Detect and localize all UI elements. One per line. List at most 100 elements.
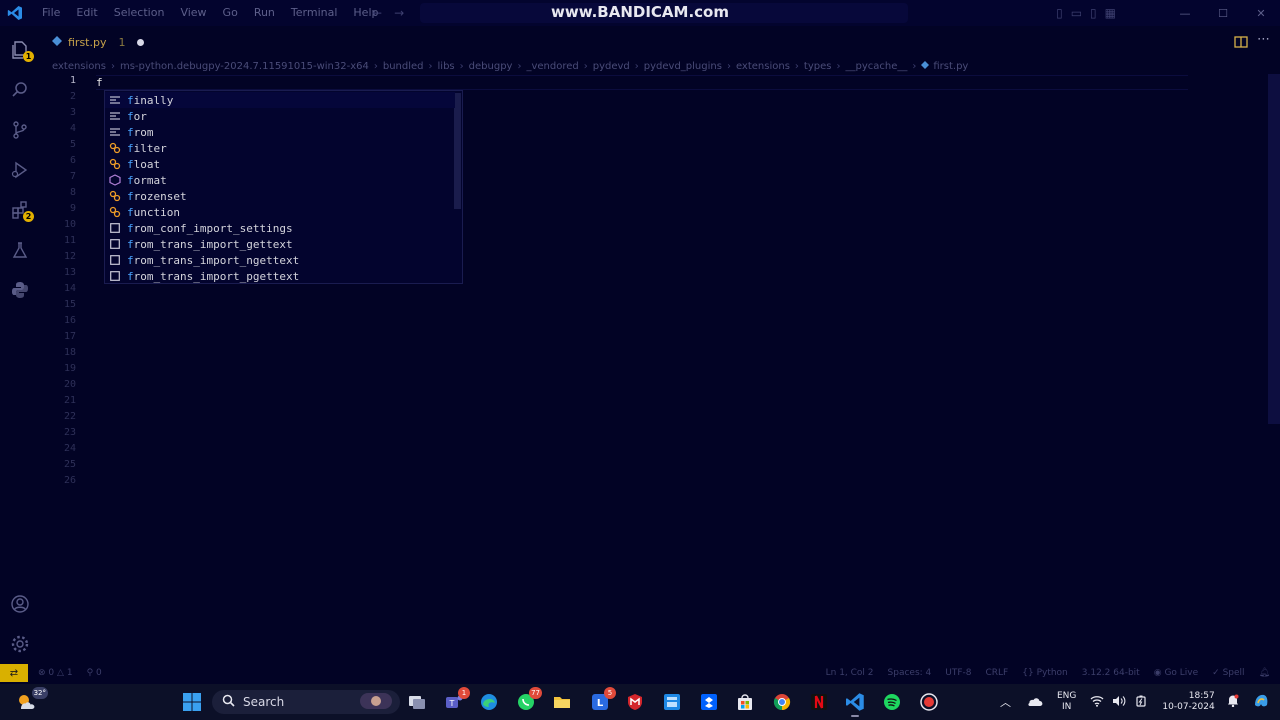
command-center[interactable] <box>420 3 908 23</box>
volume-icon[interactable] <box>1112 695 1126 710</box>
vscode-taskbar-icon[interactable] <box>843 690 867 717</box>
snippet-kind-icon <box>108 254 122 266</box>
indentation[interactable]: Spaces: 4 <box>888 668 932 678</box>
lens-app-icon[interactable]: L 5 <box>588 687 616 714</box>
tab-first-py[interactable]: first.py 1 <box>52 26 145 58</box>
breadcrumb-item[interactable]: types <box>804 61 832 72</box>
more-actions-icon[interactable]: ⋯ <box>1257 32 1270 47</box>
split-editor-icon[interactable] <box>1234 34 1248 53</box>
toggle-sidebar-icon[interactable]: ▯ <box>1056 6 1063 20</box>
battery-icon[interactable] <box>1134 695 1148 710</box>
weather-temp: 32° <box>31 687 48 699</box>
problems-indicator[interactable]: ⊗ 0 △ 1 <box>38 668 73 678</box>
suggestion-item[interactable]: f ormat <box>105 172 455 188</box>
suggestion-item[interactable]: f or <box>105 108 455 124</box>
calculator-app-icon[interactable] <box>660 690 684 714</box>
extensions-icon[interactable]: 2 <box>0 190 40 230</box>
back-arrow-icon[interactable]: ← <box>372 0 382 26</box>
class-kind-icon <box>108 206 122 218</box>
bandicam-record-icon[interactable] <box>917 690 941 714</box>
breadcrumb-item[interactable]: ms-python.debugpy-2024.7.11591015-win32-… <box>120 61 369 72</box>
menu-run[interactable]: Run <box>246 0 283 26</box>
toggle-panel-icon[interactable]: ▭ <box>1071 6 1082 20</box>
chrome-icon[interactable] <box>770 690 794 714</box>
suggestion-item[interactable]: f rom_trans_import_ngettext <box>105 252 455 268</box>
menu-edit[interactable]: Edit <box>68 0 105 26</box>
whatsapp-icon[interactable]: 77 <box>514 687 542 714</box>
menu-view[interactable]: View <box>172 0 214 26</box>
breadcrumb-item[interactable]: __pycache__ <box>845 61 907 72</box>
breadcrumb-item[interactable]: libs <box>438 61 455 72</box>
weather-widget[interactable]: 32° <box>14 687 48 714</box>
language-code: ENG <box>1057 691 1077 701</box>
show-hidden-icons-chevron-icon[interactable]: ︿ <box>1000 694 1011 710</box>
task-view-icon[interactable] <box>405 690 429 714</box>
menu-selection[interactable]: Selection <box>106 0 173 26</box>
suggestion-item[interactable]: f loat <box>105 156 455 172</box>
source-control-icon[interactable] <box>0 110 40 150</box>
suggestion-item[interactable]: f ilter <box>105 140 455 156</box>
edge-icon[interactable] <box>477 690 501 714</box>
breadcrumb-item[interactable]: extensions <box>52 61 106 72</box>
suggestions-scrollbar[interactable] <box>454 93 461 209</box>
suggestion-item[interactable]: f rom <box>105 124 455 140</box>
suggestion-item[interactable]: f rom_trans_import_gettext <box>105 236 455 252</box>
go-live-button[interactable]: ◉ Go Live <box>1154 668 1198 678</box>
breadcrumb-item[interactable]: pydevd_plugins <box>644 61 722 72</box>
python-icon[interactable] <box>0 270 40 310</box>
notification-bell-icon[interactable] <box>1227 694 1239 710</box>
remote-window-icon[interactable]: ⇄ <box>0 664 28 682</box>
suggestion-item[interactable]: f inally <box>105 92 455 108</box>
onedrive-cloud-icon[interactable] <box>1027 695 1043 710</box>
code-line-1[interactable]: f <box>96 76 103 89</box>
testing-icon[interactable] <box>0 230 40 270</box>
line-ending[interactable]: CRLF <box>986 668 1009 678</box>
spell-check[interactable]: ✓ Spell <box>1212 668 1244 678</box>
run-debug-icon[interactable] <box>0 150 40 190</box>
breadcrumb-item[interactable]: first.py <box>933 61 968 72</box>
close-icon[interactable]: ✕ <box>1242 7 1280 20</box>
suggestion-item[interactable]: f rom_conf_import_settings <box>105 220 455 236</box>
suggestion-item[interactable]: f rom_trans_import_pgettext <box>105 268 455 284</box>
taskbar-search-box[interactable]: Search <box>212 690 400 714</box>
input-language[interactable]: ENG IN <box>1057 691 1076 713</box>
notifications-bell-icon[interactable]: 🔔︎ <box>1259 668 1270 678</box>
cursor-position[interactable]: Ln 1, Col 2 <box>826 668 874 678</box>
python-interpreter[interactable]: 3.12.2 64-bit <box>1082 668 1140 678</box>
dropbox-icon[interactable] <box>697 690 721 714</box>
language-mode[interactable]: {} Python <box>1022 668 1068 678</box>
forward-arrow-icon[interactable]: → <box>394 0 404 26</box>
file-explorer-icon[interactable] <box>550 690 574 714</box>
accounts-icon[interactable] <box>0 584 40 624</box>
breadcrumb-item[interactable]: debugpy <box>469 61 513 72</box>
wifi-icon[interactable] <box>1090 695 1104 710</box>
teams-icon[interactable]: T 1 <box>442 687 470 714</box>
breadcrumb-item[interactable]: bundled <box>383 61 424 72</box>
maximize-icon[interactable]: ☐ <box>1204 7 1242 20</box>
breadcrumb-item[interactable]: extensions <box>736 61 790 72</box>
windows-start-icon[interactable] <box>180 690 204 714</box>
editor-scrollbar[interactable] <box>1268 74 1280 424</box>
spotify-icon[interactable] <box>880 690 904 714</box>
settings-gear-icon[interactable] <box>0 624 40 664</box>
microsoft-store-icon[interactable] <box>733 690 757 714</box>
ports-indicator[interactable]: ⚲ 0 <box>87 668 102 678</box>
encoding[interactable]: UTF-8 <box>945 668 971 678</box>
search-icon[interactable] <box>0 70 40 110</box>
customize-layout-icon[interactable]: ▦ <box>1105 6 1116 20</box>
menu-file[interactable]: File <box>34 0 68 26</box>
clock[interactable]: 18:57 10-07-2024 <box>1162 691 1214 713</box>
suggestion-item[interactable]: f rozenset <box>105 188 455 204</box>
copilot-icon[interactable] <box>1251 691 1271 714</box>
unsaved-dot-icon[interactable] <box>137 38 145 46</box>
mcafee-icon[interactable] <box>623 690 647 714</box>
netflix-icon[interactable] <box>807 690 831 714</box>
minimize-icon[interactable]: — <box>1166 7 1204 20</box>
breadcrumb-item[interactable]: _vendored <box>526 61 578 72</box>
explorer-icon[interactable]: 1 <box>0 30 40 70</box>
breadcrumb-item[interactable]: pydevd <box>593 61 630 72</box>
toggle-secondary-sidebar-icon[interactable]: ▯ <box>1090 6 1097 20</box>
menu-go[interactable]: Go <box>215 0 246 26</box>
suggestion-item[interactable]: f unction <box>105 204 455 220</box>
menu-terminal[interactable]: Terminal <box>283 0 346 26</box>
